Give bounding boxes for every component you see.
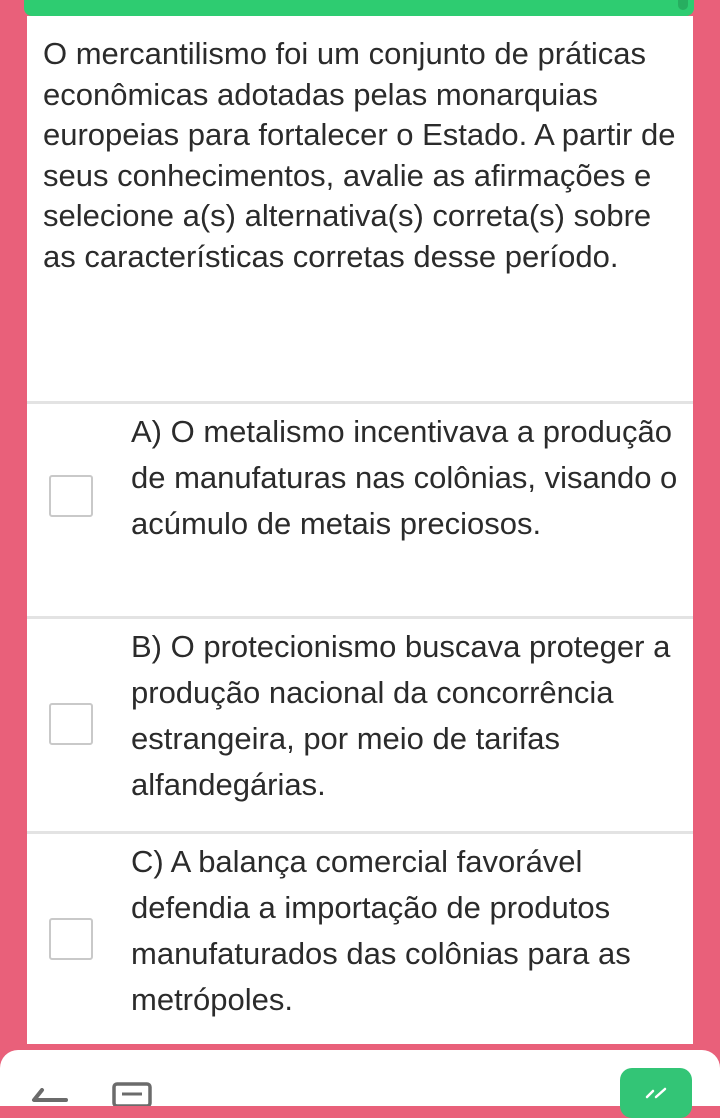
bottom-navigation	[0, 1050, 720, 1118]
question-list-icon[interactable]	[110, 1080, 154, 1108]
progress-bar	[24, 0, 694, 16]
option-a-text: A) O metalismo incentivava a produção de…	[131, 414, 678, 541]
arrow-left-icon[interactable]	[30, 1088, 70, 1106]
option-b[interactable]: B) O protecionismo buscava proteger a pr…	[27, 619, 693, 831]
check-icon	[645, 1087, 667, 1099]
progress-bar-end	[678, 0, 688, 10]
question-card: O mercantilismo foi um conjunto de práti…	[27, 16, 693, 1044]
option-a[interactable]: A) O metalismo incentivava a produção de…	[27, 404, 693, 616]
option-c-checkbox[interactable]	[49, 918, 93, 960]
option-b-checkbox[interactable]	[49, 703, 93, 745]
option-c[interactable]: C) A balança comercial favorável defendi…	[27, 834, 693, 1046]
confirm-button[interactable]	[620, 1068, 692, 1118]
option-c-text: C) A balança comercial favorável defendi…	[131, 844, 631, 1017]
option-a-checkbox[interactable]	[49, 475, 93, 517]
option-b-text: B) O protecionismo buscava proteger a pr…	[131, 629, 671, 802]
question-text: O mercantilismo foi um conjunto de práti…	[43, 36, 676, 274]
